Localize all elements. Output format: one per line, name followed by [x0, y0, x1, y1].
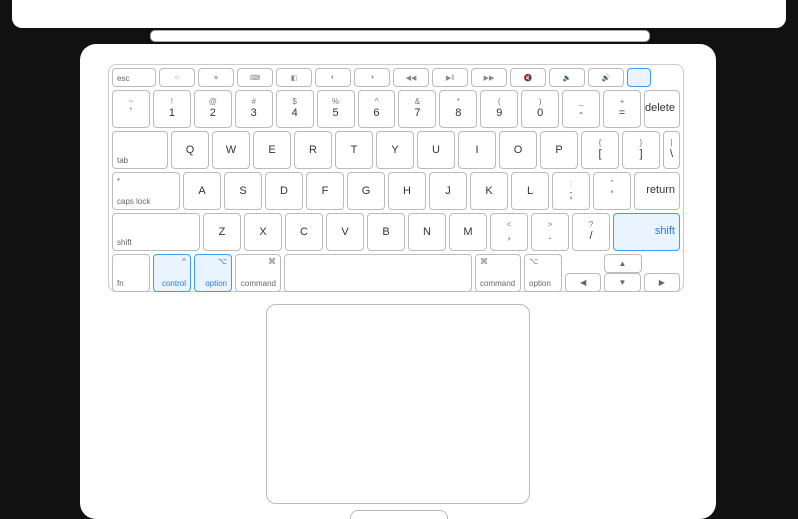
key-f10[interactable]: 🔇 — [510, 68, 546, 87]
key-o[interactable]: O — [499, 131, 537, 169]
key-0[interactable]: )0 — [521, 90, 559, 128]
key-space[interactable] — [284, 254, 472, 292]
key-m[interactable]: M — [449, 213, 487, 251]
key-return[interactable]: return — [634, 172, 680, 210]
key-p[interactable]: P — [540, 131, 578, 169]
key-k[interactable]: K — [470, 172, 508, 210]
key-esc[interactable]: esc — [112, 68, 156, 87]
key-bracket-left[interactable]: {[ — [581, 131, 619, 169]
key-r[interactable]: R — [294, 131, 332, 169]
key-fn[interactable]: fn — [112, 254, 150, 292]
key-3[interactable]: #3 — [235, 90, 273, 128]
key-q[interactable]: Q — [171, 131, 209, 169]
key-w[interactable]: W — [212, 131, 250, 169]
key-minus[interactable]: _- — [562, 90, 600, 128]
key-y[interactable]: Y — [376, 131, 414, 169]
key-t[interactable]: T — [335, 131, 373, 169]
key-f8[interactable]: ▶‖ — [432, 68, 468, 87]
key-7[interactable]: &7 — [398, 90, 436, 128]
arrow-cluster: ▲ ◀ ▼ ▶ — [565, 254, 680, 292]
laptop-body: esc ☼ ☀ ⌨ ◧ ◐ ◑ ◀◀ ▶‖ ▶▶ 🔇 🔉 🔊 ~` !1 @2 … — [80, 44, 716, 519]
key-command-left[interactable]: ⌘command — [235, 254, 281, 292]
key-x[interactable]: X — [244, 213, 282, 251]
key-f11[interactable]: 🔉 — [549, 68, 585, 87]
key-bracket-right[interactable]: }] — [622, 131, 660, 169]
key-arrow-left[interactable]: ◀ — [565, 273, 601, 292]
key-slash[interactable]: ?/ — [572, 213, 610, 251]
trackpad[interactable] — [266, 304, 530, 504]
key-f12[interactable]: 🔊 — [588, 68, 624, 87]
key-v[interactable]: V — [326, 213, 364, 251]
key-1[interactable]: !1 — [153, 90, 191, 128]
key-f7[interactable]: ◀◀ — [393, 68, 429, 87]
key-power[interactable] — [627, 68, 651, 87]
shift-row: shift Z X C V B N M <, >. ?/ shift — [112, 213, 680, 251]
mod-row: fn ^control ⌥option ⌘command ⌘command ⌥o… — [112, 254, 680, 292]
key-j[interactable]: J — [429, 172, 467, 210]
key-command-right[interactable]: ⌘command — [475, 254, 521, 292]
key-s[interactable]: S — [224, 172, 262, 210]
key-f4[interactable]: ◧ — [276, 68, 312, 87]
laptop-hinge — [150, 30, 650, 42]
key-c[interactable]: C — [285, 213, 323, 251]
key-l[interactable]: L — [511, 172, 549, 210]
key-arrow-down[interactable]: ▼ — [604, 273, 640, 292]
key-f3[interactable]: ⌨ — [237, 68, 273, 87]
key-9[interactable]: (9 — [480, 90, 518, 128]
key-option-left[interactable]: ⌥option — [194, 254, 232, 292]
laptop-lid — [12, 0, 786, 28]
key-f9[interactable]: ▶▶ — [471, 68, 507, 87]
key-f6[interactable]: ◑ — [354, 68, 390, 87]
qwerty-row: tab Q W E R T Y U I O P {[ }] |\ — [112, 131, 680, 169]
key-i[interactable]: I — [458, 131, 496, 169]
key-4[interactable]: $4 — [276, 90, 314, 128]
key-8[interactable]: *8 — [439, 90, 477, 128]
key-control[interactable]: ^control — [153, 254, 191, 292]
key-shift-left[interactable]: shift — [112, 213, 200, 251]
key-tab[interactable]: tab — [112, 131, 168, 169]
key-option-right[interactable]: ⌥option — [524, 254, 562, 292]
key-h[interactable]: H — [388, 172, 426, 210]
key-f1[interactable]: ☼ — [159, 68, 195, 87]
body-notch — [350, 510, 448, 519]
key-backtick[interactable]: ~` — [112, 90, 150, 128]
fn-row: esc ☼ ☀ ⌨ ◧ ◐ ◑ ◀◀ ▶‖ ▶▶ 🔇 🔉 🔊 — [112, 68, 680, 87]
key-a[interactable]: A — [183, 172, 221, 210]
key-caps-lock[interactable]: •caps lock — [112, 172, 180, 210]
key-6[interactable]: ^6 — [358, 90, 396, 128]
keyboard: esc ☼ ☀ ⌨ ◧ ◐ ◑ ◀◀ ▶‖ ▶▶ 🔇 🔉 🔊 ~` !1 @2 … — [108, 64, 684, 292]
key-comma[interactable]: <, — [490, 213, 528, 251]
key-z[interactable]: Z — [203, 213, 241, 251]
key-quote[interactable]: "' — [593, 172, 631, 210]
home-row: •caps lock A S D F G H J K L :; "' retur… — [112, 172, 680, 210]
key-arrow-right[interactable]: ▶ — [644, 273, 680, 292]
key-arrow-up[interactable]: ▲ — [604, 254, 642, 273]
key-f5[interactable]: ◐ — [315, 68, 351, 87]
key-e[interactable]: E — [253, 131, 291, 169]
key-f[interactable]: F — [306, 172, 344, 210]
key-backslash[interactable]: |\ — [663, 131, 680, 169]
key-u[interactable]: U — [417, 131, 455, 169]
key-d[interactable]: D — [265, 172, 303, 210]
key-shift-right[interactable]: shift — [613, 213, 680, 251]
key-delete[interactable]: delete — [644, 90, 680, 128]
key-period[interactable]: >. — [531, 213, 569, 251]
key-b[interactable]: B — [367, 213, 405, 251]
number-row: ~` !1 @2 #3 $4 %5 ^6 &7 *8 (9 )0 _- += d… — [112, 90, 680, 128]
key-semicolon[interactable]: :; — [552, 172, 590, 210]
key-5[interactable]: %5 — [317, 90, 355, 128]
key-n[interactable]: N — [408, 213, 446, 251]
key-equals[interactable]: += — [603, 90, 641, 128]
key-g[interactable]: G — [347, 172, 385, 210]
key-2[interactable]: @2 — [194, 90, 232, 128]
key-f2[interactable]: ☀ — [198, 68, 234, 87]
